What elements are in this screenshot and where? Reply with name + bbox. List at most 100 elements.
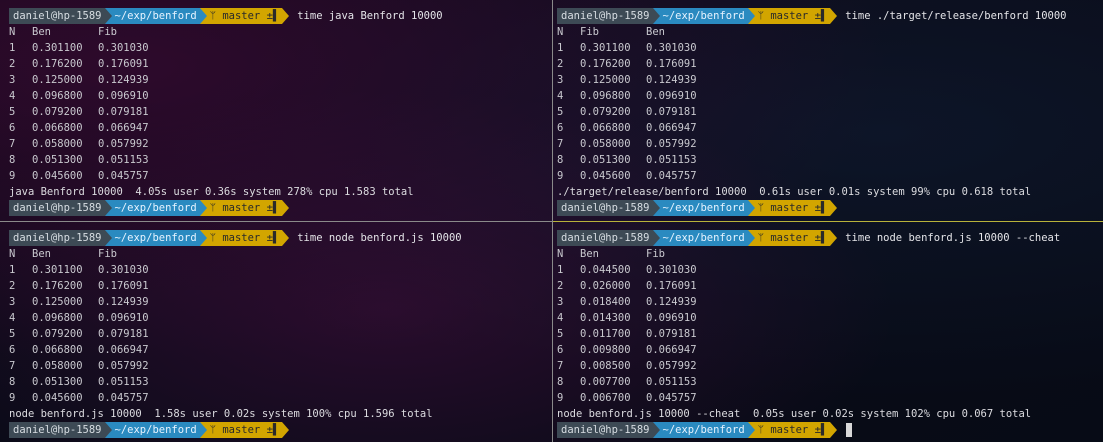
shell-prompt: daniel@hp-1589 ~/exp/benford ᛘ master ±▌ bbox=[557, 422, 1103, 438]
prompt-separator-icon bbox=[747, 230, 755, 246]
output-row: 6 0.009800 0.066947 bbox=[557, 342, 1103, 358]
prompt-separator-icon bbox=[104, 8, 112, 24]
output-cell: 7 bbox=[9, 360, 16, 372]
output-row: 9 0.045600 0.045757 bbox=[9, 390, 552, 406]
prompt-git-branch: ᛘ master ±▌ bbox=[754, 8, 831, 24]
output-cell: 0.176200 bbox=[32, 280, 83, 292]
prompt-working-dir: ~/exp/benford bbox=[659, 200, 748, 216]
prompt-working-dir: ~/exp/benford bbox=[659, 8, 748, 24]
git-branch-icon: ᛘ bbox=[209, 10, 223, 22]
output-cell: 0.066947 bbox=[646, 122, 697, 134]
column-header: Ben bbox=[32, 26, 51, 38]
column-header: Fib bbox=[646, 248, 665, 260]
prompt-working-dir: ~/exp/benford bbox=[111, 8, 200, 24]
prompt-separator-icon bbox=[104, 200, 112, 216]
prompt-separator-icon bbox=[747, 200, 755, 216]
output-header: N Ben Fib bbox=[557, 246, 1103, 262]
terminal-cursor[interactable] bbox=[846, 423, 853, 437]
output-cell: 0.124939 bbox=[98, 74, 149, 86]
output-cell: 0.079181 bbox=[98, 106, 149, 118]
output-cell: 5 bbox=[9, 328, 16, 340]
output-row: 1 0.044500 0.301030 bbox=[557, 262, 1103, 278]
output-cell: 0.051153 bbox=[646, 376, 697, 388]
prompt-working-dir: ~/exp/benford bbox=[659, 422, 748, 438]
output-row: 7 0.008500 0.057992 bbox=[557, 358, 1103, 374]
prompt-separator-icon bbox=[282, 8, 290, 24]
output-row: 4 0.096800 0.096910 bbox=[9, 310, 552, 326]
output-cell: 2 bbox=[9, 58, 16, 70]
column-header: N bbox=[9, 26, 16, 38]
prompt-separator-icon bbox=[652, 200, 660, 216]
terminal-pane-node[interactable]: daniel@hp-1589 ~/exp/benford ᛘ master ±▌ ti… bbox=[0, 222, 552, 442]
output-row: 5 0.079200 0.079181 bbox=[9, 104, 552, 120]
output-cell: 0.079200 bbox=[32, 106, 83, 118]
output-cell: 0.045757 bbox=[98, 392, 149, 404]
terminal-pane-java[interactable]: daniel@hp-1589 ~/exp/benford ᛘ master ±▌ ti… bbox=[0, 0, 552, 221]
output-cell: 0.125000 bbox=[32, 74, 83, 86]
output-row: 8 0.051300 0.051153 bbox=[9, 152, 552, 168]
prompt-separator-icon bbox=[282, 422, 290, 438]
prompt-git-branch: ᛘ master ±▌ bbox=[754, 200, 831, 216]
output-cell: 0.066800 bbox=[32, 344, 83, 356]
prompt-separator-icon bbox=[652, 230, 660, 246]
output-cell: 0.051153 bbox=[98, 154, 149, 166]
prompt-separator-icon bbox=[104, 422, 112, 438]
output-cell: 0.125000 bbox=[580, 74, 631, 86]
output-row: 3 0.125000 0.124939 bbox=[557, 72, 1103, 88]
prompt-separator-icon bbox=[199, 8, 207, 24]
column-header: Fib bbox=[580, 26, 599, 38]
output-cell: 0.044500 bbox=[580, 264, 631, 276]
output-header: N Ben Fib bbox=[9, 246, 552, 262]
output-header: N Ben Fib bbox=[9, 24, 552, 40]
output-row: 1 0.301100 0.301030 bbox=[9, 262, 552, 278]
output-row: 1 0.301100 0.301030 bbox=[557, 40, 1103, 56]
column-header: Ben bbox=[646, 26, 665, 38]
output-cell: 0.124939 bbox=[646, 296, 697, 308]
output-cell: 6 bbox=[557, 122, 564, 134]
output-cell: 0.301030 bbox=[646, 264, 697, 276]
output-cell: 1 bbox=[9, 264, 16, 276]
output-cell: 0.066947 bbox=[646, 344, 697, 356]
git-branch-name: master ±▌ bbox=[770, 202, 828, 214]
output-cell: 9 bbox=[9, 170, 16, 182]
output-cell: 5 bbox=[557, 106, 564, 118]
prompt-separator-icon bbox=[199, 200, 207, 216]
git-branch-name: master ±▌ bbox=[222, 202, 280, 214]
output-cell: 0.301030 bbox=[98, 42, 149, 54]
output-cell: 0.018400 bbox=[580, 296, 631, 308]
output-cell: 6 bbox=[9, 122, 16, 134]
terminal-window: daniel@hp-1589 ~/exp/benford ᛘ master ±▌ ti… bbox=[0, 0, 1103, 442]
terminal-pane-node-cheat[interactable]: daniel@hp-1589 ~/exp/benford ᛘ master ±▌ ti… bbox=[553, 222, 1103, 442]
output-row: 6 0.066800 0.066947 bbox=[9, 120, 552, 136]
prompt-user-host: daniel@hp-1589 bbox=[9, 422, 105, 438]
output-cell: 0.096910 bbox=[646, 312, 697, 324]
prompt-git-branch: ᛘ master ±▌ bbox=[754, 422, 831, 438]
output-cell: 4 bbox=[9, 90, 16, 102]
output-cell: 0.079181 bbox=[646, 328, 697, 340]
output-cell: 0.176091 bbox=[98, 280, 149, 292]
output-cell: 0.026000 bbox=[580, 280, 631, 292]
output-row: 8 0.051300 0.051153 bbox=[557, 152, 1103, 168]
output-cell: 7 bbox=[557, 138, 564, 150]
output-cell: 0.096910 bbox=[646, 90, 697, 102]
output-cell: 0.079200 bbox=[580, 106, 631, 118]
output-cell: 5 bbox=[557, 328, 564, 340]
prompt-user-host: daniel@hp-1589 bbox=[557, 422, 653, 438]
prompt-separator-icon bbox=[652, 422, 660, 438]
output-cell: 0.096910 bbox=[98, 312, 149, 324]
output-cell: 8 bbox=[9, 376, 16, 388]
git-branch-icon: ᛘ bbox=[757, 202, 771, 214]
timing-summary: java Benford 10000 4.05s user 0.36s syst… bbox=[9, 186, 414, 198]
output-row: 4 0.096800 0.096910 bbox=[9, 88, 552, 104]
git-branch-name: master ±▌ bbox=[770, 10, 828, 22]
prompt-git-branch: ᛘ master ±▌ bbox=[754, 230, 831, 246]
output-row: 6 0.066800 0.066947 bbox=[557, 120, 1103, 136]
output-cell: 9 bbox=[557, 170, 564, 182]
git-branch-name: master ±▌ bbox=[222, 10, 280, 22]
git-branch-icon: ᛘ bbox=[209, 424, 223, 436]
output-cell: 0.079200 bbox=[32, 328, 83, 340]
git-branch-name: master ±▌ bbox=[770, 232, 828, 244]
output-cell: 0.057992 bbox=[98, 360, 149, 372]
terminal-pane-rust[interactable]: daniel@hp-1589 ~/exp/benford ᛘ master ±▌ ti… bbox=[553, 0, 1103, 221]
output-cell: 0.058000 bbox=[32, 360, 83, 372]
